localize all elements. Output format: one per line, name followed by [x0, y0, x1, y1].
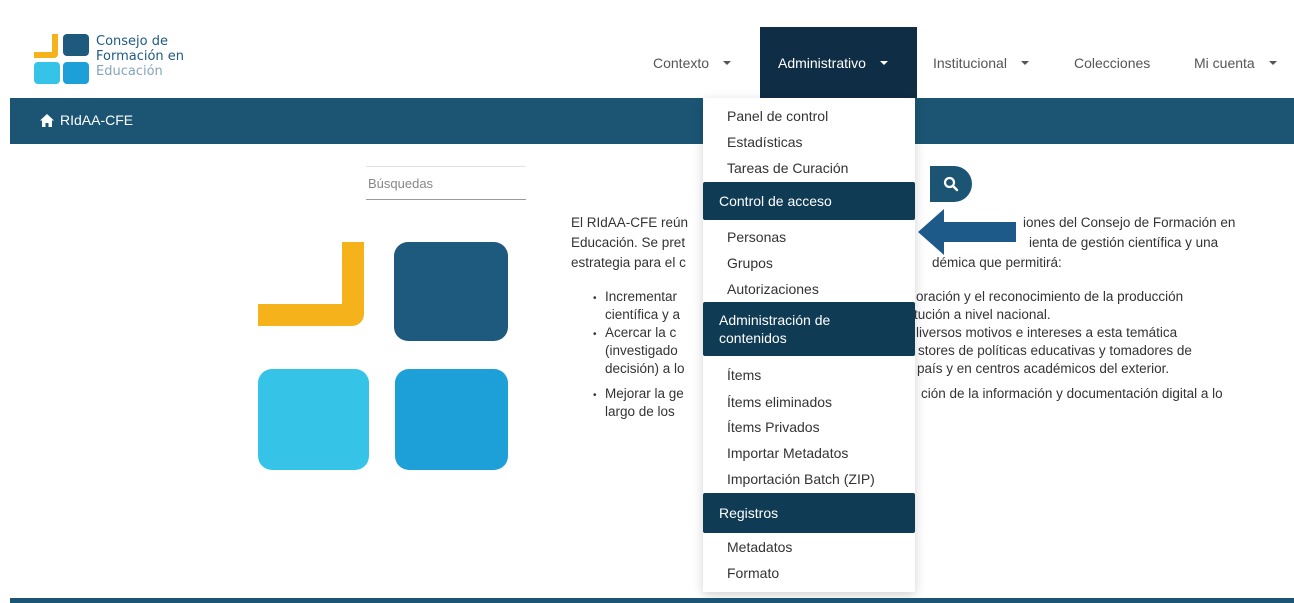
- brand-logo[interactable]: Consejo de Formación en Educación: [32, 30, 222, 92]
- bullet-text: científica y a: [605, 307, 681, 322]
- description-text: estrategia para el c: [571, 255, 686, 270]
- bullet-dot: •: [593, 390, 597, 401]
- caret-down-icon: [1020, 60, 1029, 65]
- bullet-text: tución a nivel nacional.: [914, 307, 1051, 322]
- search-icon: [943, 176, 959, 192]
- menu-item-estadisticas[interactable]: Estadísticas: [727, 134, 802, 150]
- menu-header-line: Administración de: [719, 312, 831, 328]
- nav-administrativo[interactable]: Administrativo: [760, 27, 917, 98]
- menu-item-formato[interactable]: Formato: [727, 565, 779, 581]
- caret-down-icon: [879, 60, 888, 65]
- brand-name: Consejo de Formación en Educación: [96, 34, 184, 79]
- nav-institucional-label: Institucional: [933, 54, 1007, 71]
- nav-administrativo-label: Administrativo: [778, 54, 866, 71]
- bullet-text: Incrementar: [605, 289, 678, 304]
- footer-bar: [10, 598, 1294, 603]
- description-text: El RIdAA-CFE reún: [571, 215, 689, 230]
- description-text: ienta de gestión científica y una: [1029, 235, 1219, 250]
- menu-item-items[interactable]: Ítems: [727, 367, 761, 383]
- bullet-text: (investigado: [605, 343, 678, 358]
- bullet-text: decisión) a lo: [605, 361, 685, 376]
- bullet-text: liversos motivos e intereses a esta temá…: [916, 325, 1178, 340]
- cfe-logo-icon: [34, 34, 89, 84]
- description-text: Educación. Se pret: [571, 235, 686, 250]
- menu-item-autorizaciones[interactable]: Autorizaciones: [727, 281, 819, 297]
- menu-header-registros: Registros: [703, 493, 915, 533]
- nav-institucional[interactable]: Institucional: [933, 27, 1029, 98]
- nav-colecciones[interactable]: Colecciones: [1074, 27, 1150, 98]
- bullet-dot: •: [593, 293, 597, 304]
- search-field: [366, 166, 526, 200]
- menu-item-items-privados[interactable]: Ítems Privados: [727, 419, 820, 435]
- nav-contexto-label: Contexto: [653, 54, 710, 71]
- menu-header-line: contenidos: [719, 330, 787, 346]
- brand-line-3: Educación: [96, 64, 163, 79]
- menu-item-importacion-batch[interactable]: Importación Batch (ZIP): [727, 471, 875, 487]
- administrativo-dropdown-menu: Panel de control Estadísticas Tareas de …: [703, 98, 915, 592]
- nav-mi-cuenta[interactable]: Mi cuenta: [1194, 27, 1277, 98]
- menu-item-grupos[interactable]: Grupos: [727, 255, 773, 271]
- breadcrumb-home-link[interactable]: RIdAA-CFE: [40, 112, 133, 128]
- brand-line-2: Formación en: [96, 49, 185, 64]
- nav-colecciones-label: Colecciones: [1074, 54, 1151, 71]
- nav-contexto[interactable]: Contexto: [653, 27, 732, 98]
- menu-item-importar-metadatos[interactable]: Importar Metadatos: [727, 445, 848, 461]
- caret-down-icon: [1268, 60, 1277, 65]
- bullet-text: largo de los: [605, 404, 675, 419]
- annotation-arrow-icon: [918, 209, 1016, 255]
- search-button[interactable]: [930, 166, 972, 202]
- cfe-big-logo-icon: [258, 242, 508, 470]
- nav-mi-cuenta-label: Mi cuenta: [1194, 54, 1255, 71]
- caret-down-icon: [723, 60, 732, 65]
- bullet-text: Acercar la c: [605, 325, 677, 340]
- menu-header-control-de-acceso: Control de acceso: [703, 182, 915, 220]
- bullet-text: oración y el reconocimiento de la produc…: [916, 289, 1184, 304]
- bullet-text: ción de la información y documentación d…: [921, 386, 1223, 401]
- description-text: iones del Consejo de Formación en: [1023, 215, 1236, 230]
- breadcrumb-label: RIdAA-CFE: [60, 112, 134, 128]
- breadcrumb-bar: RIdAA-CFE: [10, 98, 1294, 144]
- bullet-text: país y en centros académicos del exterio…: [917, 361, 1170, 376]
- search-input[interactable]: [366, 167, 526, 199]
- menu-item-panel-de-control[interactable]: Panel de control: [727, 108, 828, 124]
- bullet-text: Mejorar la ge: [605, 386, 684, 401]
- menu-item-personas[interactable]: Personas: [727, 229, 786, 245]
- menu-item-tareas-de-curacion[interactable]: Tareas de Curación: [727, 160, 848, 176]
- menu-item-metadatos[interactable]: Metadatos: [727, 539, 792, 555]
- menu-item-items-eliminados[interactable]: Ítems eliminados: [727, 394, 832, 410]
- bullet-text: stores de políticas educativas y tomador…: [918, 343, 1192, 358]
- menu-header-administracion-de-contenidos: Administración de contenidos: [703, 302, 915, 356]
- brand-line-1: Consejo de: [96, 34, 168, 49]
- home-icon: [40, 113, 54, 127]
- bullet-dot: •: [593, 329, 597, 340]
